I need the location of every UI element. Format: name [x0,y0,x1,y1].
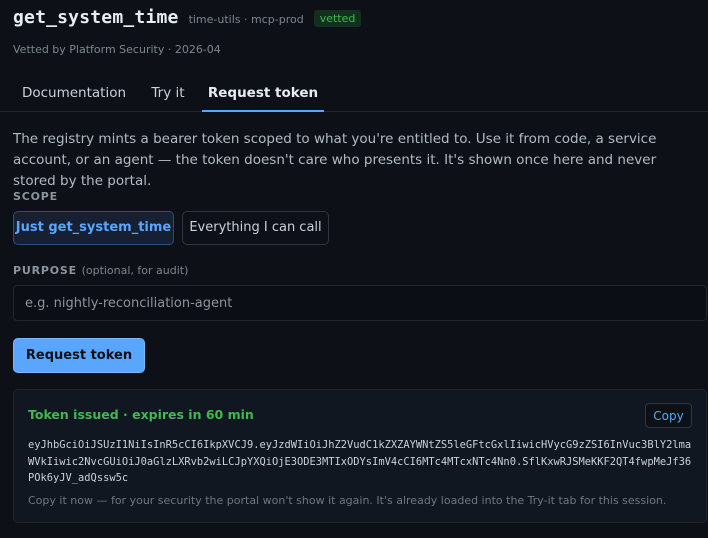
token-result-panel: Token issued · expires in 60 min Copy ey… [13,389,707,523]
tab-bar: Documentation Try it Request token [0,76,708,112]
token-value[interactable]: eyJhbGciOiJSUzI1NiIsInR5cCI6IkpXVCJ9.eyJ… [28,437,694,487]
token-description: The registry mints a bearer token scoped… [13,131,657,189]
scope-label: SCOPE [13,190,58,203]
request-token-page: get_system_time time-utils · mcp-prod ve… [0,0,708,538]
token-note: Copy it now — for your security the port… [28,494,667,507]
tab-documentation[interactable]: Documentation [13,76,135,112]
tab-request-token[interactable]: Request token [202,76,324,112]
token-status: Token issued · expires in 60 min [28,407,254,422]
request-token-button[interactable]: Request token [13,338,145,373]
purpose-label: PURPOSE (optional, for audit) [13,264,188,277]
vetted-by-line: Vetted by Platform Security · 2026-04 [13,43,221,56]
tool-name: get_system_time [13,7,179,28]
vetted-badge: vetted [313,10,362,27]
purpose-sublabel: (optional, for audit) [81,264,189,277]
scope-option-just-tool[interactable]: Just get_system_time [13,211,174,245]
tool-header: get_system_time time-utils · mcp-prod ve… [13,7,362,28]
tab-try-it[interactable]: Try it [142,76,194,112]
purpose-label-text: PURPOSE [13,264,77,277]
copy-token-button[interactable]: Copy [645,403,692,428]
scope-option-everything[interactable]: Everything I can call [182,211,329,245]
purpose-input[interactable] [13,285,707,321]
tool-server-meta: time-utils · mcp-prod [188,13,304,26]
